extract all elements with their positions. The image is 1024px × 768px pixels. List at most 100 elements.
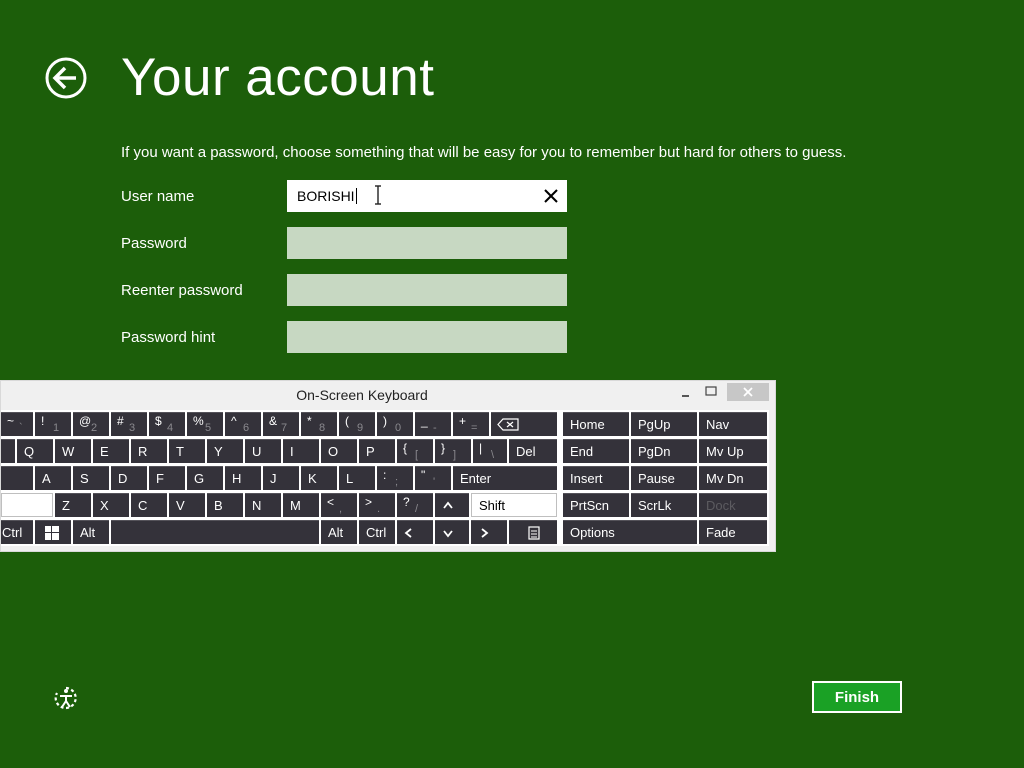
key-up-arrow[interactable] <box>435 493 469 517</box>
key-tab[interactable] <box>1 439 15 463</box>
key-f[interactable]: F <box>149 466 185 490</box>
key-space[interactable] <box>111 520 319 544</box>
maximize-button[interactable] <box>701 383 721 401</box>
key-alt-left[interactable]: Alt <box>73 520 109 544</box>
key-k[interactable]: K <box>301 466 337 490</box>
user-name-label: User name <box>121 188 195 205</box>
key-m[interactable]: M <box>283 493 319 517</box>
minimize-button[interactable] <box>677 383 695 401</box>
key-minus[interactable]: _ - <box>415 412 451 436</box>
key-s[interactable]: S <box>73 466 109 490</box>
key-prtscn[interactable]: PrtScn <box>563 493 629 517</box>
key-y[interactable]: Y <box>207 439 243 463</box>
key-slash[interactable]: ? / <box>397 493 433 517</box>
key-7[interactable]: & 7 <box>263 412 299 436</box>
key-mv-dn[interactable]: Mv Dn <box>699 466 767 490</box>
key-shift-left[interactable] <box>1 493 53 517</box>
key-semicolon[interactable]: :; <box>377 466 413 490</box>
key-b[interactable]: B <box>207 493 243 517</box>
key-pgup[interactable]: PgUp <box>631 412 697 436</box>
text-cursor-icon <box>375 185 381 205</box>
key-caps[interactable] <box>1 466 33 490</box>
key-5[interactable]: % 5 <box>187 412 223 436</box>
key-6[interactable]: ^ 6 <box>225 412 261 436</box>
key-options[interactable]: Options <box>563 520 697 544</box>
key-quote[interactable]: " ' <box>415 466 451 490</box>
password-hint-label: Password hint <box>121 329 216 346</box>
key-3[interactable]: #3 <box>111 412 147 436</box>
key-c[interactable]: C <box>131 493 167 517</box>
key-l[interactable]: L <box>339 466 375 490</box>
key-right-bracket[interactable]: }] <box>435 439 471 463</box>
key-t[interactable]: T <box>169 439 205 463</box>
osk-title: On-Screen Keyboard <box>296 387 428 403</box>
key-right-arrow[interactable] <box>471 520 507 544</box>
key-8[interactable]: * 8 <box>301 412 337 436</box>
key-insert[interactable]: Insert <box>563 466 629 490</box>
key-scrlk[interactable]: ScrLk <box>631 493 697 517</box>
finish-button[interactable]: Finish <box>812 681 902 713</box>
key-shift-right[interactable]: Shift <box>471 493 557 517</box>
key-h[interactable]: H <box>225 466 261 490</box>
left-arrow-icon <box>404 528 412 538</box>
key-z[interactable]: Z <box>55 493 91 517</box>
key-pause[interactable]: Pause <box>631 466 697 490</box>
key-fade[interactable]: Fade <box>699 520 767 544</box>
context-menu-icon <box>528 526 540 540</box>
ease-of-access-button[interactable] <box>52 684 80 712</box>
clear-icon[interactable] <box>541 186 561 206</box>
key-menu[interactable] <box>509 520 557 544</box>
key-p[interactable]: P <box>359 439 395 463</box>
key-e[interactable]: E <box>93 439 129 463</box>
key-n[interactable]: N <box>245 493 281 517</box>
key-a[interactable]: A <box>35 466 71 490</box>
password-hint-input[interactable] <box>287 321 567 353</box>
key-2[interactable]: @2 <box>73 412 109 436</box>
key-enter[interactable]: Enter <box>453 466 557 490</box>
key-0[interactable]: ) 0 <box>377 412 413 436</box>
key-home[interactable]: Home <box>563 412 629 436</box>
key-j[interactable]: J <box>263 466 299 490</box>
ease-of-access-icon <box>54 686 77 710</box>
key-x[interactable]: X <box>93 493 129 517</box>
key-period[interactable]: >. <box>359 493 395 517</box>
key-q[interactable]: Q <box>17 439 53 463</box>
close-button[interactable] <box>727 383 769 401</box>
reenter-password-input[interactable] <box>287 274 567 306</box>
password-label: Password <box>121 235 187 252</box>
key-backslash[interactable]: | \ <box>473 439 507 463</box>
key-down-arrow[interactable] <box>435 520 469 544</box>
key-9[interactable]: (9 <box>339 412 375 436</box>
key-tilde[interactable]: ~ ` <box>1 412 33 436</box>
key-o[interactable]: O <box>321 439 357 463</box>
key-4[interactable]: $4 <box>149 412 185 436</box>
right-arrow-icon <box>481 528 489 538</box>
key-1[interactable]: ! 1 <box>35 412 71 436</box>
key-i[interactable]: I <box>283 439 319 463</box>
key-u[interactable]: U <box>245 439 281 463</box>
key-windows[interactable] <box>35 520 71 544</box>
key-v[interactable]: V <box>169 493 205 517</box>
key-ctrl-right[interactable]: Ctrl <box>359 520 395 544</box>
key-mv-up[interactable]: Mv Up <box>699 439 767 463</box>
key-backspace[interactable] <box>491 412 557 436</box>
key-dock[interactable]: Dock <box>699 493 767 517</box>
back-button[interactable] <box>44 56 88 100</box>
key-g[interactable]: G <box>187 466 223 490</box>
key-nav[interactable]: Nav <box>699 412 767 436</box>
key-ctrl-left[interactable]: Ctrl <box>1 520 33 544</box>
key-comma[interactable]: <, <box>321 493 357 517</box>
password-input[interactable] <box>287 227 567 259</box>
key-d[interactable]: D <box>111 466 147 490</box>
backspace-icon <box>497 418 519 431</box>
key-pgdn[interactable]: PgDn <box>631 439 697 463</box>
key-del[interactable]: Del <box>509 439 557 463</box>
key-equals[interactable]: + = <box>453 412 489 436</box>
key-end[interactable]: End <box>563 439 629 463</box>
key-w[interactable]: W <box>55 439 91 463</box>
key-left-bracket[interactable]: {[ <box>397 439 433 463</box>
key-alt-right[interactable]: Alt <box>321 520 357 544</box>
key-left-arrow[interactable] <box>397 520 433 544</box>
key-r[interactable]: R <box>131 439 167 463</box>
user-name-input[interactable]: BORISHI <box>287 180 567 212</box>
